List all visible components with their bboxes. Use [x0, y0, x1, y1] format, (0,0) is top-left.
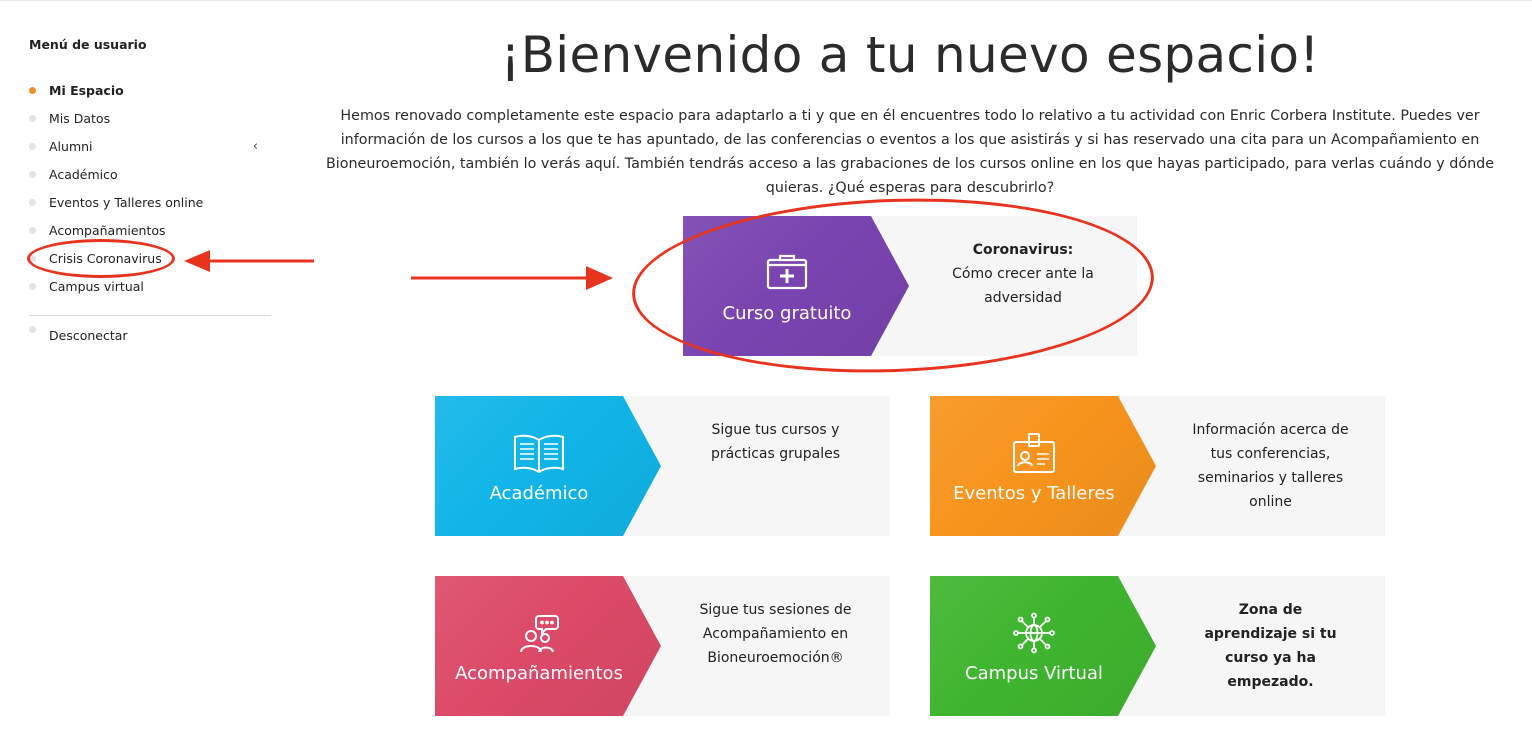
chevron-left-icon[interactable]: ‹ — [253, 137, 258, 157]
bullet-dot-icon — [29, 115, 36, 122]
sidebar-item-label: Campus virtual — [49, 279, 144, 294]
annotation-arrow-right-icon — [411, 266, 613, 290]
card-tile[interactable]: Académico — [435, 396, 661, 536]
people-chat-icon — [435, 612, 643, 656]
bullet-dot-icon — [29, 326, 36, 333]
top-divider — [0, 0, 1532, 1]
user-menu-list: Mi Espacio Mis Datos Alumni ‹ Académico E… — [29, 81, 274, 354]
card-description: Zona de aprendizaje si tu curso ya ha em… — [1204, 602, 1337, 690]
card-description: Información acerca de tus conferencias, … — [1192, 422, 1349, 510]
card-label: Curso gratuito — [722, 303, 852, 324]
card-academico[interactable]: Académico Sigue tus cursos y prácticas g… — [435, 396, 890, 536]
bullet-dot-icon — [29, 143, 36, 150]
card-label: Campus Virtual — [965, 663, 1103, 684]
bullet-dot-icon — [29, 283, 36, 290]
sidebar-item-crisis-coronavirus[interactable]: Crisis Coronavirus — [29, 249, 274, 277]
sidebar-item-label: Alumni — [49, 139, 93, 154]
menu-divider — [29, 315, 271, 316]
card-description-title: Coronavirus: — [972, 242, 1074, 258]
logout-label: Desconectar — [49, 328, 128, 343]
card-description: Sigue tus sesiones de Acompañamiento en … — [699, 602, 852, 666]
sidebar-item-alumni[interactable]: Alumni ‹ — [29, 137, 274, 165]
card-description-text: Cómo crecer ante la adversidad — [952, 266, 1094, 306]
medical-kit-icon — [683, 252, 891, 296]
sidebar-item-acompanamientos[interactable]: Acompañamientos — [29, 221, 274, 249]
intro-paragraph: Hemos renovado completamente este espaci… — [325, 108, 1495, 196]
id-badge-icon — [930, 432, 1138, 476]
card-tile[interactable]: Campus Virtual — [930, 576, 1156, 716]
sidebar-item-label: Crisis Coronavirus — [49, 251, 162, 266]
card-campus-virtual[interactable]: Campus Virtual Zona de aprendizaje si tu… — [930, 576, 1385, 716]
bullet-dot-icon — [29, 227, 36, 234]
card-acompanamientos[interactable]: Acompañamientos Sigue tus sesiones de Ac… — [435, 576, 890, 716]
card-description: Coronavirus: Cómo crecer ante la adversi… — [909, 238, 1137, 310]
card-eventos-talleres[interactable]: Eventos y Talleres Información acerca de… — [930, 396, 1385, 536]
sidebar-item-label: Mi Espacio — [49, 83, 124, 98]
active-dot-icon — [29, 87, 36, 94]
network-globe-icon — [930, 612, 1138, 656]
sidebar-title: Menú de usuario — [29, 37, 147, 52]
logout-link[interactable]: Desconectar — [29, 326, 274, 354]
sidebar-item-label: Académico — [49, 167, 118, 182]
card-label: Eventos y Talleres — [953, 483, 1115, 504]
card-label: Académico — [489, 483, 589, 504]
card-tile[interactable]: Eventos y Talleres — [930, 396, 1156, 536]
sidebar-item-campus-virtual[interactable]: Campus virtual — [29, 277, 274, 305]
sidebar-item-label: Eventos y Talleres online — [49, 195, 204, 210]
page-title: ¡Bienvenido a tu nuevo espacio! — [500, 26, 1320, 84]
card-curso-gratuito[interactable]: Curso gratuito Coronavirus: Cómo crecer … — [683, 216, 1137, 356]
bullet-dot-icon — [29, 255, 36, 262]
sidebar-item-label: Mis Datos — [49, 111, 111, 126]
card-description: Sigue tus cursos y prácticas grupales — [710, 422, 841, 462]
sidebar-item-label: Acompañamientos — [49, 223, 166, 238]
open-book-icon — [435, 432, 643, 476]
bullet-dot-icon — [29, 171, 36, 178]
sidebar-item-eventos[interactable]: Eventos y Talleres online — [29, 193, 274, 221]
card-tile[interactable]: Curso gratuito — [683, 216, 909, 356]
card-label: Acompañamientos — [455, 663, 623, 684]
bullet-dot-icon — [29, 199, 36, 206]
sidebar-item-mi-espacio[interactable]: Mi Espacio — [29, 81, 274, 109]
card-tile[interactable]: Acompañamientos — [435, 576, 661, 716]
user-menu-sidebar: Menú de usuario Mi Espacio Mis Datos Alu… — [29, 36, 274, 343]
sidebar-item-mis-datos[interactable]: Mis Datos — [29, 109, 274, 137]
sidebar-item-academico[interactable]: Académico — [29, 165, 274, 193]
